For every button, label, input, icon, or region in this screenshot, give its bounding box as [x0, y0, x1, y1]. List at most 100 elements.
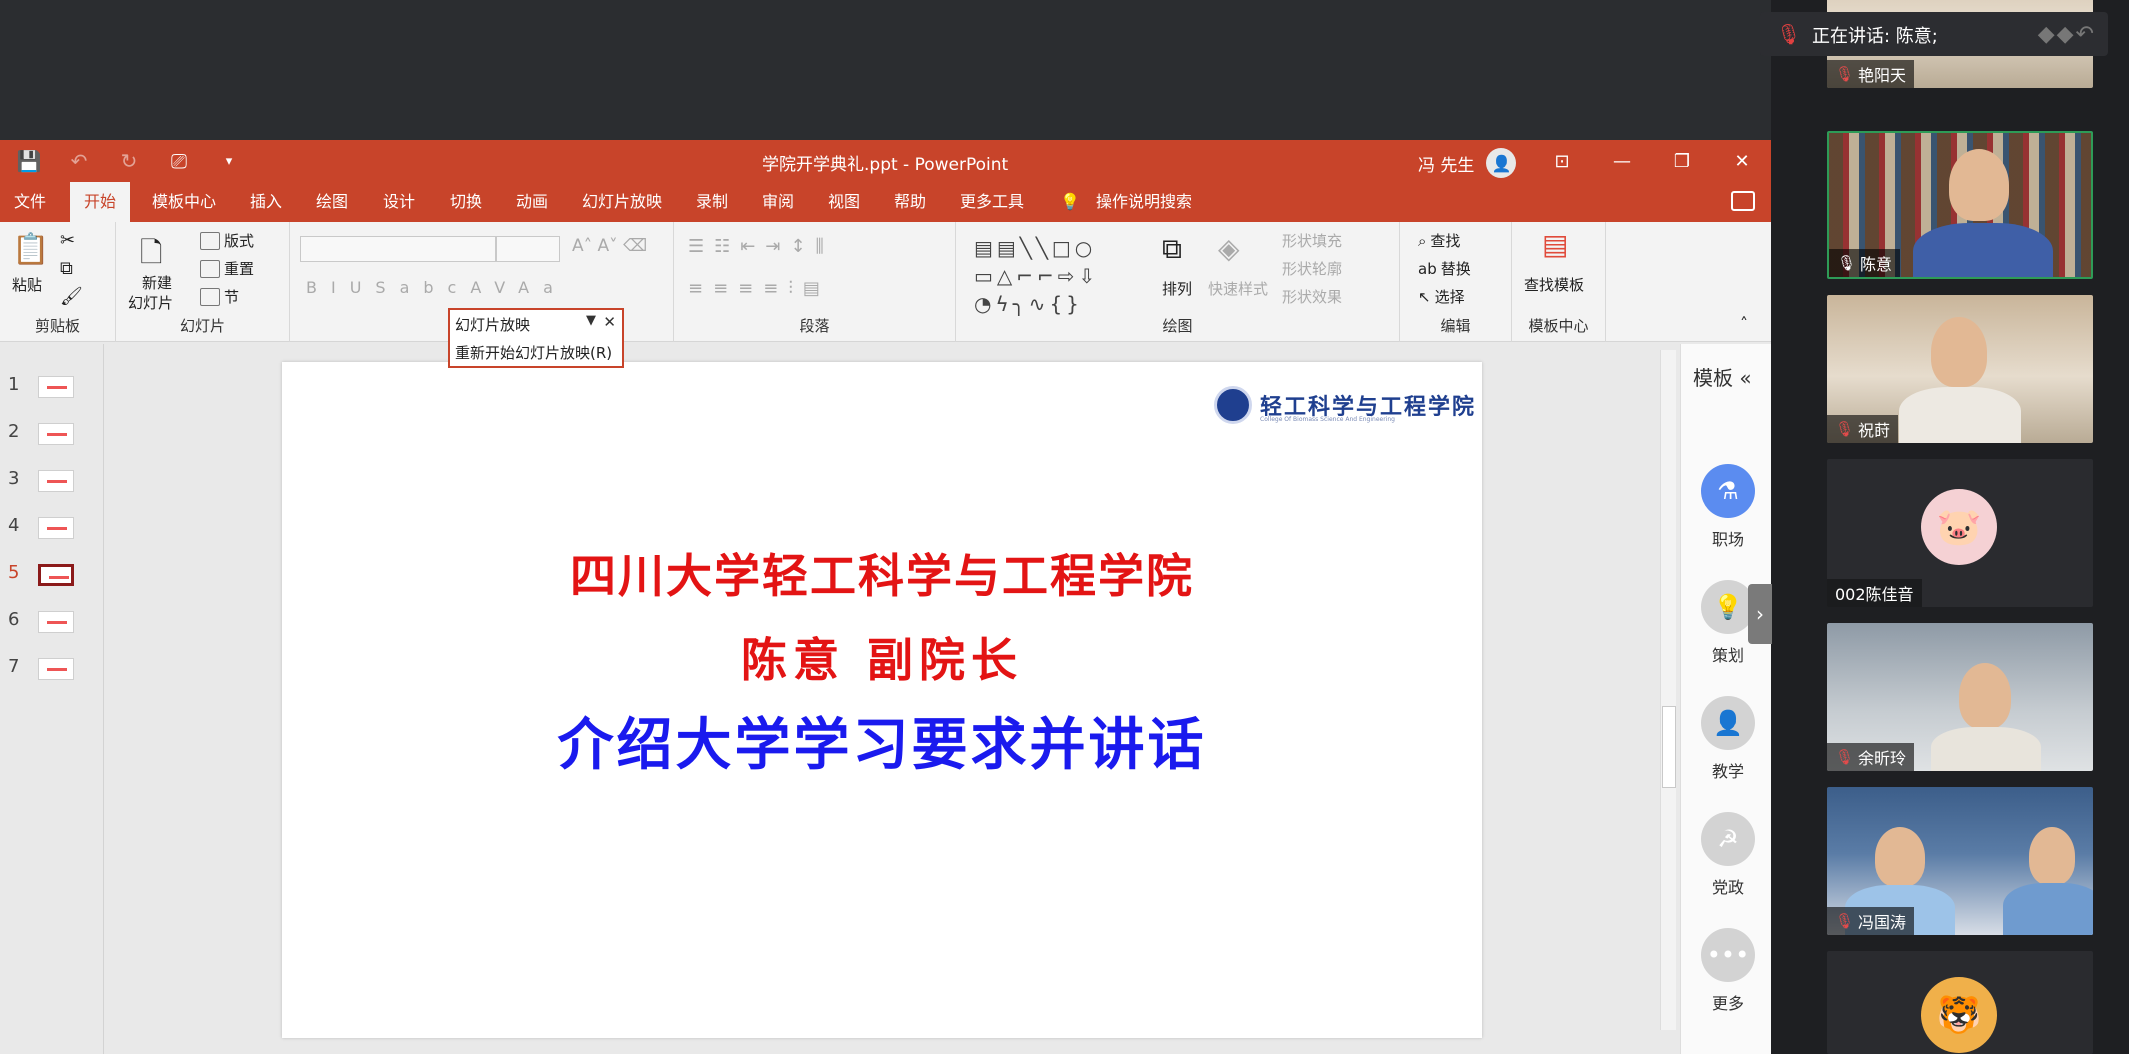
thumbnail-image[interactable]: [38, 611, 74, 633]
tab-insert[interactable]: 插入: [250, 182, 282, 222]
slide-title-line1[interactable]: 四川大学轻工科学与工程学院: [282, 540, 1482, 606]
participant-tile[interactable]: 🎙 冯国涛: [1827, 787, 2093, 935]
font-format-icons[interactable]: BIUSabcAVAa: [306, 278, 567, 297]
shape-outline-button[interactable]: 形状轮廓: [1282, 258, 1342, 279]
speaking-indicator: 🎙 正在讲话: 陈意; ◆◆↶: [1760, 12, 2108, 56]
shapes-gallery[interactable]: ▤▤╲╲□○ ▭△⌐⌐⇨⇩ ◔ϟ╮∿{}: [974, 234, 1144, 318]
thumbnail-1[interactable]: 1: [0, 370, 100, 404]
cut-icon[interactable]: ✂: [60, 230, 75, 251]
tab-draw[interactable]: 绘图: [316, 182, 348, 222]
arrange-icon[interactable]: ⧉: [1162, 232, 1182, 266]
tab-review[interactable]: 审阅: [762, 182, 794, 222]
arrange-button[interactable]: 排列: [1162, 278, 1192, 299]
thumbnail-image[interactable]: [38, 423, 74, 445]
new-slide-button-line1[interactable]: 新建: [142, 272, 172, 293]
shape-fill-button[interactable]: 形状填充: [1282, 230, 1342, 251]
participant-face: [1949, 149, 2009, 221]
thumbnail-image[interactable]: [38, 564, 74, 586]
grow-font-icon[interactable]: A˄ A˅ ⌫: [572, 236, 647, 256]
find-button[interactable]: ⌕ 查找: [1418, 230, 1460, 251]
mic-muted-icon[interactable]: 🎙: [1776, 22, 1801, 46]
popup-dropdown-icon[interactable]: ▼: [586, 313, 596, 328]
thumbnail-2[interactable]: 2: [0, 417, 100, 451]
thumbnail-4[interactable]: 4: [0, 511, 100, 545]
template-item-teaching[interactable]: 👤 教学: [1701, 696, 1755, 782]
new-slide-button-line2[interactable]: 幻灯片: [128, 292, 173, 313]
copy-icon[interactable]: ⧉: [60, 258, 73, 279]
tab-more-tools[interactable]: 更多工具: [960, 182, 1024, 222]
quick-styles-button[interactable]: 快速样式: [1208, 278, 1268, 299]
comment-icon[interactable]: [1731, 191, 1755, 211]
thumbnail-5-selected[interactable]: 5: [0, 558, 100, 592]
template-item-more[interactable]: ••• 更多: [1701, 928, 1755, 1014]
thumbnail-image[interactable]: [38, 658, 74, 680]
tab-slideshow[interactable]: 幻灯片放映: [582, 182, 662, 222]
close-icon[interactable]: ✕: [1712, 146, 1771, 176]
select-button[interactable]: ↖ 选择: [1418, 286, 1465, 307]
teacher-icon: 👤: [1701, 696, 1755, 750]
participant-tile[interactable]: 🎙 祝莳: [1827, 295, 2093, 443]
participant-tile[interactable]: 🎙 余昕玲: [1827, 623, 2093, 771]
find-template-icon[interactable]: ▤: [1542, 228, 1568, 261]
panel-expand-toggle[interactable]: ›: [1748, 584, 1772, 644]
paste-button[interactable]: 粘贴: [12, 274, 42, 295]
restore-icon[interactable]: ❐: [1652, 146, 1712, 176]
tab-template-center[interactable]: 模板中心: [152, 182, 216, 222]
tab-transitions[interactable]: 切换: [450, 182, 482, 222]
slide-canvas[interactable]: 轻工科学与工程学院 College Of Biomass Science And…: [282, 362, 1482, 1038]
vertical-scrollbar[interactable]: [1660, 350, 1676, 1030]
participant-tile[interactable]: 🐷 002陈佳音: [1827, 459, 2093, 607]
participant-tile-active-speaker[interactable]: 🎙 陈意: [1827, 131, 2093, 279]
restart-slideshow-item[interactable]: 重新开始幻灯片放映(R): [455, 342, 612, 363]
tab-view[interactable]: 视图: [828, 182, 860, 222]
thumbnail-6[interactable]: 6: [0, 605, 100, 639]
tab-home[interactable]: 开始: [70, 182, 131, 222]
undo-icon[interactable]: ↶: [66, 148, 92, 174]
thumbnail-3[interactable]: 3: [0, 464, 100, 498]
participant-tile[interactable]: 🐯: [1827, 951, 2093, 1054]
tab-help[interactable]: 帮助: [894, 182, 926, 222]
thumbnail-image[interactable]: [38, 376, 74, 398]
ribbon-display-icon[interactable]: ⊡: [1532, 146, 1592, 176]
replace-button[interactable]: ab 替换: [1418, 258, 1471, 279]
quick-styles-icon[interactable]: ◈: [1218, 232, 1240, 265]
save-icon[interactable]: 💾: [16, 148, 42, 174]
popup-close-icon[interactable]: ✕: [603, 313, 616, 331]
align-icons[interactable]: ≡≡≡≡⫶▤: [688, 278, 830, 299]
template-item-party[interactable]: ☭ 党政: [1701, 812, 1755, 898]
user-account[interactable]: 冯 先生 👤: [1418, 148, 1517, 178]
redo-icon[interactable]: ↻: [116, 148, 142, 174]
reset-button[interactable]: 重置: [200, 258, 254, 279]
tab-animations[interactable]: 动画: [516, 182, 548, 222]
font-name-combo[interactable]: [300, 236, 496, 262]
tab-file[interactable]: 文件: [14, 182, 46, 222]
qat-customize-icon[interactable]: ▾: [216, 148, 242, 174]
paste-icon[interactable]: 📋: [12, 232, 49, 267]
present-icon[interactable]: ⎚: [166, 148, 192, 174]
template-item-planning[interactable]: 💡 策划: [1701, 580, 1755, 666]
thumbnail-image[interactable]: [38, 470, 74, 492]
slide-title-line2[interactable]: 陈意 副院长: [282, 624, 1482, 690]
shape-effects-button[interactable]: 形状效果: [1282, 286, 1342, 307]
collapse-panel-icon[interactable]: «: [1733, 366, 1751, 390]
slide-title-line3[interactable]: 介绍大学学习要求并讲话: [282, 700, 1482, 781]
section-button[interactable]: 节: [200, 286, 239, 307]
list-icons[interactable]: ☰☷⇤⇥↕⫼: [688, 236, 834, 257]
template-item-workplace[interactable]: ⚗ 职场: [1701, 464, 1755, 550]
minimize-icon[interactable]: —: [1592, 146, 1652, 176]
tab-design[interactable]: 设计: [383, 182, 415, 222]
find-template-button[interactable]: 查找模板: [1524, 274, 1584, 295]
thumbnail-7[interactable]: 7: [0, 652, 100, 686]
tab-record[interactable]: 录制: [696, 182, 728, 222]
user-avatar-icon[interactable]: 👤: [1486, 148, 1517, 178]
scrollbar-thumb[interactable]: [1662, 706, 1676, 788]
popup-title: 幻灯片放映: [455, 316, 531, 334]
format-painter-icon[interactable]: 🖌: [60, 286, 83, 307]
reply-icon[interactable]: ◆◆↶: [2038, 22, 2096, 47]
collapse-ribbon-icon[interactable]: ˄: [1740, 314, 1748, 333]
thumbnail-image[interactable]: [38, 517, 74, 539]
tell-me-search[interactable]: 操作说明搜索: [1096, 182, 1192, 222]
group-label-clipboard: 剪贴板: [34, 317, 80, 335]
layout-button[interactable]: 版式: [200, 230, 254, 251]
font-size-combo[interactable]: [496, 236, 560, 262]
